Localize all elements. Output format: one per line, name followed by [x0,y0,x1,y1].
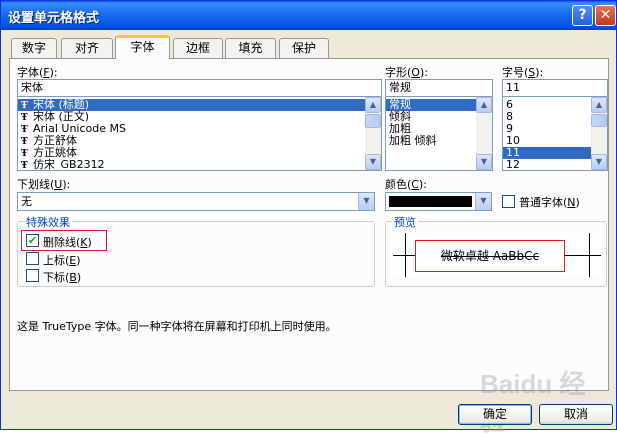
subscript-checkbox[interactable] [26,269,39,282]
preview-text: 微软卓越 AaBbCc [440,249,540,263]
title-bar[interactable]: 设置单元格格式 ? ✕ [1,1,616,30]
scroll-down-icon[interactable]: ▼ [476,154,492,170]
scroll-up-icon[interactable]: ▲ [476,97,492,113]
tab-border[interactable]: 边框 [173,38,223,58]
close-button[interactable]: ✕ [595,5,616,26]
tab-alignment[interactable]: 对齐 [61,38,113,58]
info-text: 这是 TrueType 字体。同一种字体将在屏幕和打印机上同时使用。 [17,320,337,333]
scroll-down-icon[interactable]: ▼ [365,154,381,170]
preview-title: 预览 [392,214,418,230]
chevron-down-icon[interactable]: ▼ [358,193,374,210]
strikethrough-checkbox[interactable]: ✔ [26,234,39,247]
font-label: 字体(F): [17,66,58,79]
format-cells-dialog: 设置单元格格式 ? ✕ 数字 对齐 字体 边框 填充 保护 字体(F): 宋体 … [0,0,617,436]
size-label: 字号(S): [502,66,544,79]
preview-margin-right [589,233,590,277]
ok-button[interactable]: 确定 [458,404,532,425]
scroll-up-icon[interactable]: ▲ [591,97,607,113]
style-list-scrollbar[interactable]: ▲ ▼ [476,97,492,170]
strikethrough-label: 删除线(K) [43,236,92,249]
scroll-down-icon[interactable]: ▼ [591,154,607,170]
dialog-title: 设置单元格格式 [8,11,100,26]
font-name-list[interactable]: Ŧ 宋体 (标题) Ŧ 宋体 (正文) Ŧ Arial Unicode MS Ŧ 方正舒… [17,96,382,171]
cancel-button[interactable]: 取消 [539,404,613,425]
subscript-label: 下标(B) [43,271,82,284]
help-button[interactable]: ? [572,5,593,26]
font-tab-panel: 字体(F): 宋体 Ŧ 宋体 (标题) Ŧ 宋体 (正文) Ŧ Arial Unico… [9,58,609,436]
normal-font-label: 普通字体(N) [519,196,580,209]
tab-protection[interactable]: 保护 [279,38,329,58]
size-list-scrollbar[interactable]: ▲ ▼ [591,97,607,170]
tab-number[interactable]: 数字 [11,38,57,58]
underline-select[interactable]: 无 ▼ [17,192,375,211]
preview-margin-left [405,233,406,277]
tab-fill[interactable]: 填充 [225,38,276,58]
chevron-down-icon[interactable]: ▼ [475,193,491,210]
underline-label: 下划线(U): [17,178,71,191]
truetype-icon: Ŧ [21,161,28,171]
scroll-thumb[interactable] [591,114,607,127]
effects-title: 特殊效果 [24,214,72,230]
watermark: Baidu 经验 [480,369,586,436]
scroll-thumb[interactable] [365,114,381,128]
font-size-input[interactable]: 11 [502,79,608,97]
font-style-list[interactable]: 常规 倾斜 加粗 加粗 倾斜 ▲ ▼ [385,96,493,171]
font-style-input[interactable]: 常规 [385,79,493,97]
preview-sample: 微软卓越 AaBbCc [415,240,565,272]
list-item[interactable]: Ŧ 仿宋_GB2312 [18,159,381,171]
normal-font-checkbox[interactable] [502,195,515,208]
color-swatch [389,196,472,207]
superscript-label: 上标(E) [43,254,81,267]
font-list-scrollbar[interactable]: ▲ ▼ [365,97,381,170]
style-label: 字形(O): [385,66,428,79]
font-name-input[interactable]: 宋体 [17,79,382,97]
tab-font[interactable]: 字体 [115,35,170,59]
scroll-up-icon[interactable]: ▲ [365,97,381,113]
color-select[interactable]: ▼ [385,192,492,211]
underline-value: 无 [21,195,32,208]
font-size-list[interactable]: 6 8 9 10 11 12 ▲ ▼ [502,96,608,171]
color-label: 颜色(C): [385,178,427,191]
superscript-checkbox[interactable] [26,252,39,265]
